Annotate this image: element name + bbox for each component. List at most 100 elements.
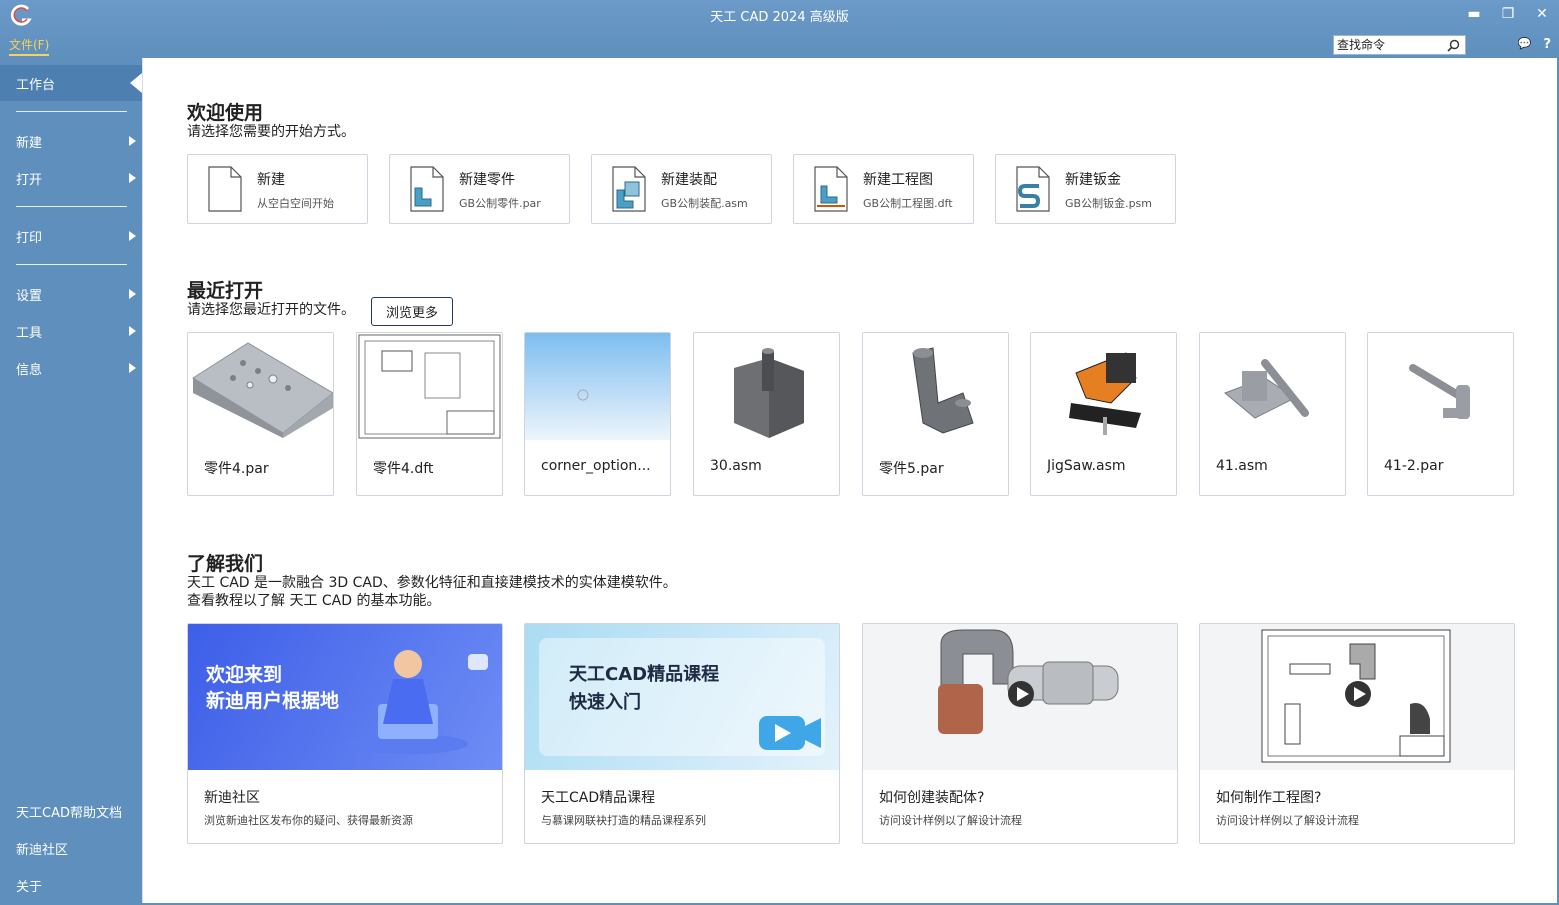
sidebar-item-label: 工作台 — [16, 77, 56, 93]
file-thumbnail — [357, 333, 502, 440]
welcome-title: 欢迎使用 — [187, 102, 264, 124]
card-title: 如何创建装配体? — [879, 790, 985, 806]
card-title: 新建钣金 — [1065, 172, 1121, 188]
close-button[interactable]: ✕ — [1533, 6, 1551, 22]
card-title: 天工CAD精品课程 — [541, 790, 656, 806]
assembly-video-thumb — [863, 624, 1177, 770]
community-card[interactable]: 欢迎来到 新迪用户根据地 新迪社区 浏览新迪社区发布你的疑问、获得最新资源 — [187, 623, 503, 844]
card-subtitle: GB公制钣金.psm — [1065, 197, 1152, 210]
card-title: 新建 — [257, 172, 285, 188]
divider — [16, 111, 127, 112]
card-title: 新建零件 — [459, 172, 515, 188]
course-card[interactable]: 天工CAD精品课程 快速入门 天工CAD精品课程 与慕课网联袂打造的精品课程系列 — [524, 623, 840, 844]
sidebar-item-help-docs[interactable]: 天工CAD帮助文档 — [0, 797, 142, 825]
sheetmetal-doc-icon — [1016, 166, 1050, 212]
minimize-button[interactable]: ▬ — [1465, 6, 1483, 22]
assembly-doc-icon — [612, 166, 646, 212]
recent-file-card[interactable]: 41.asm — [1199, 332, 1346, 496]
recent-file-card[interactable]: JigSaw.asm — [1030, 332, 1177, 496]
file-menu[interactable]: 文件(F) — [9, 36, 50, 56]
sidebar-item-tools[interactable]: 工具 — [0, 317, 142, 345]
about-line-1: 天工 CAD 是一款融合 3D CAD、参数化特征和直接建模技术的实体建模软件。 — [187, 575, 677, 591]
card-title: 如何制作工程图? — [1216, 790, 1322, 806]
sidebar-item-new[interactable]: 新建 — [0, 127, 142, 155]
recent-title: 最近打开 — [187, 280, 264, 302]
help-icon[interactable]: ? — [1543, 37, 1551, 52]
recent-file-card[interactable]: 30.asm — [693, 332, 840, 496]
file-thumbnail — [863, 333, 1008, 440]
new-drawing-card[interactable]: 新建工程图 GB公制工程图.dft — [793, 154, 974, 224]
sidebar-item-label: 打印 — [16, 230, 43, 246]
file-thumbnail — [694, 333, 839, 440]
recent-file-card[interactable]: corner_option... — [524, 332, 671, 496]
file-name: 41.asm — [1216, 458, 1268, 474]
file-name: 零件4.dft — [373, 461, 434, 477]
file-thumbnail — [1200, 333, 1345, 440]
about-line-2: 查看教程以了解 天工 CAD 的基本功能。 — [187, 593, 441, 609]
chevron-right-icon — [129, 363, 136, 373]
welcome-subtitle: 请选择您需要的开始方式。 — [187, 124, 355, 140]
file-thumbnail — [525, 333, 670, 440]
chevron-right-icon — [129, 173, 136, 183]
chat-icon[interactable]: 💬 — [1518, 37, 1532, 52]
banner-line-1: 欢迎来到 — [206, 664, 283, 686]
new-blank-card[interactable]: 新建 从空白空间开始 — [187, 154, 368, 224]
assembly-tutorial-card[interactable]: 如何创建装配体? 访问设计样例以了解设计流程 — [862, 623, 1178, 844]
recent-file-card[interactable]: 41-2.par — [1367, 332, 1514, 496]
banner-line-2: 新迪用户根据地 — [206, 690, 340, 712]
recent-file-card[interactable]: 零件4.par — [187, 332, 334, 496]
sidebar-item-open[interactable]: 打开 — [0, 164, 142, 192]
command-search-input[interactable] — [1334, 36, 1444, 54]
card-title: 新迪社区 — [204, 790, 260, 806]
file-thumbnail — [1368, 333, 1513, 440]
sidebar: 工作台 新建 打开 打印 设置 工具 信息 天工CAD帮助文档 新迪社区 关于 — [0, 58, 142, 905]
card-title: 新建工程图 — [863, 172, 933, 188]
card-subtitle: GB公制工程图.dft — [863, 197, 953, 210]
command-search — [1333, 35, 1466, 55]
recent-file-card[interactable]: 零件5.par — [862, 332, 1009, 496]
file-name: 41-2.par — [1384, 458, 1444, 474]
card-subtitle: 访问设计样例以了解设计流程 — [1216, 814, 1359, 827]
card-subtitle: GB公制零件.par — [459, 197, 541, 210]
new-sheetmetal-card[interactable]: 新建钣金 GB公制钣金.psm — [995, 154, 1176, 224]
drawing-video-thumb — [1200, 624, 1514, 770]
divider — [16, 206, 127, 207]
file-name: 零件4.par — [204, 461, 269, 477]
sidebar-item-print[interactable]: 打印 — [0, 222, 142, 250]
community-illustration — [348, 650, 488, 754]
micrometer-illustration — [938, 629, 1119, 734]
card-subtitle: 浏览新迪社区发布你的疑问、获得最新资源 — [204, 814, 413, 827]
new-part-card[interactable]: 新建零件 GB公制零件.par — [389, 154, 570, 224]
video-camera-icon — [759, 716, 821, 750]
browse-more-button[interactable]: 浏览更多 — [371, 297, 453, 326]
card-subtitle: 与慕课网联袂打造的精品课程系列 — [541, 814, 706, 827]
sidebar-item-label: 新迪社区 — [16, 842, 69, 858]
maximize-button[interactable]: ❐ — [1499, 6, 1517, 22]
drawing-tutorial-card[interactable]: 如何制作工程图? 访问设计样例以了解设计流程 — [1199, 623, 1515, 844]
sidebar-item-about[interactable]: 关于 — [0, 871, 142, 899]
recent-subtitle: 请选择您最近打开的文件。 — [187, 302, 355, 318]
new-assembly-card[interactable]: 新建装配 GB公制装配.asm — [591, 154, 772, 224]
search-icon[interactable] — [1444, 36, 1462, 54]
sidebar-item-label: 关于 — [16, 879, 43, 895]
extra-controls: 💬 ? — [1518, 37, 1551, 52]
sidebar-item-label: 信息 — [16, 362, 43, 378]
file-name: 30.asm — [710, 458, 762, 474]
card-subtitle: 从空白空间开始 — [257, 197, 334, 210]
chevron-right-icon — [129, 136, 136, 146]
sidebar-item-community[interactable]: 新迪社区 — [0, 834, 142, 862]
divider — [16, 264, 127, 265]
title-bar: 天工 CAD 2024 高级版 文件(F) ▬ ❐ ✕ 💬 ? — [0, 0, 1559, 58]
sidebar-item-settings[interactable]: 设置 — [0, 280, 142, 308]
sidebar-item-label: 工具 — [16, 325, 43, 341]
sidebar-item-info[interactable]: 信息 — [0, 354, 142, 382]
sidebar-item-label: 天工CAD帮助文档 — [16, 805, 122, 821]
file-name: JigSaw.asm — [1047, 458, 1126, 474]
blank-doc-icon — [208, 166, 242, 212]
sidebar-item-workbench[interactable]: 工作台 — [0, 65, 142, 101]
drawing-illustration — [1261, 629, 1451, 763]
recent-file-card[interactable]: 零件4.dft — [356, 332, 503, 496]
drawing-doc-icon — [814, 166, 848, 212]
about-title: 了解我们 — [187, 553, 264, 575]
window-controls: ▬ ❐ ✕ — [1465, 6, 1551, 22]
